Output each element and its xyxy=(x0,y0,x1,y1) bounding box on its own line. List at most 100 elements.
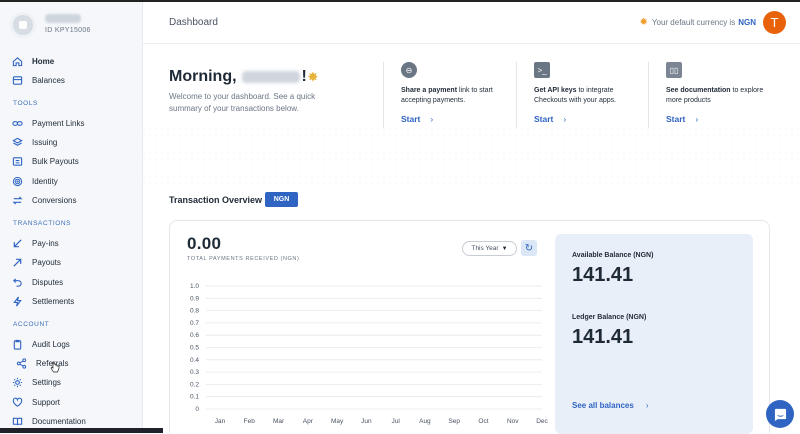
greeting-heading: Morning, ! ✸ xyxy=(169,68,318,86)
refresh-icon: ↻ xyxy=(524,242,534,254)
period-select[interactable]: This Year ▼ xyxy=(462,241,517,256)
sidebar-item-disputes[interactable]: Disputes xyxy=(0,273,142,291)
profile-id: ID KPY15006 xyxy=(45,27,91,34)
chat-support-button[interactable] xyxy=(766,400,794,428)
x-tick-label: Mar xyxy=(273,418,285,425)
y-tick-label: 0.8 xyxy=(190,308,199,315)
total-amount: 0.00 xyxy=(187,234,222,253)
x-tick-label: Aug xyxy=(419,418,431,425)
dotted-background xyxy=(143,128,800,188)
sidebar-item-settings[interactable]: Settings xyxy=(0,373,142,391)
caret-down-icon: ▼ xyxy=(501,245,508,252)
username-redacted xyxy=(241,71,300,83)
quick-action-documentation: ▯▯ See documentation to explore more pro… xyxy=(648,62,780,128)
sidebar-item-balances[interactable]: Balances xyxy=(0,71,142,89)
sidebar-item-support[interactable]: Support xyxy=(0,393,142,411)
chevron-right-icon: › xyxy=(563,114,567,124)
lightning-icon xyxy=(12,296,23,307)
y-tick-label: 0.6 xyxy=(190,332,199,339)
user-avatar[interactable]: T xyxy=(763,11,786,34)
default-currency-note: ✹ Your default currency is NGN xyxy=(640,17,756,28)
y-tick-label: 0 xyxy=(195,406,199,413)
sidebar-item-label: Home xyxy=(32,56,55,66)
mouse-cursor-icon xyxy=(50,361,60,373)
book-icon xyxy=(12,416,23,427)
header: Dashboard ✹ Your default currency is NGN… xyxy=(143,2,800,44)
x-tick-label: Jul xyxy=(391,418,400,425)
greeting-text: Morning, xyxy=(169,68,237,85)
sidebar-item-identity[interactable]: Identity xyxy=(0,172,142,190)
y-tick-label: 0.2 xyxy=(190,381,199,388)
heart-icon xyxy=(12,397,23,408)
quick-action-text: Share a payment link to start accepting … xyxy=(401,87,493,104)
sun-icon: ✹ xyxy=(639,17,648,28)
sidebar: ID KPY15006 Home Balances TOOLS Payment … xyxy=(0,2,163,433)
x-tick-label: Dec xyxy=(536,418,548,425)
currency-badge[interactable]: NGN xyxy=(265,192,298,207)
currency-text: Your default currency is xyxy=(651,18,736,27)
x-tick-label: Jan xyxy=(215,418,226,425)
x-tick-label: Nov xyxy=(507,418,519,425)
page-title: Dashboard xyxy=(169,17,218,28)
sidebar-item-label: Balances xyxy=(32,75,65,85)
y-tick-label: 0.7 xyxy=(190,320,199,327)
quick-action-api-keys: >_ Get API keys to integrate Checkouts w… xyxy=(516,62,648,128)
sidebar-item-payins[interactable]: Pay-ins xyxy=(0,234,142,252)
quick-action-text: Get API keys to integrate Checkouts with… xyxy=(534,87,617,104)
fingerprint-icon xyxy=(12,176,23,187)
bulk-payouts-icon xyxy=(12,156,23,167)
sidebar-item-label: Documentation xyxy=(32,416,86,426)
sidebar-item-payment-links[interactable]: Payment Links xyxy=(0,114,142,132)
sidebar-item-settlements[interactable]: Settlements xyxy=(0,292,142,310)
sidebar-item-label: Identity xyxy=(32,176,58,186)
balances-panel: Available Balance (NGN) 141.41 Ledger Ba… xyxy=(555,234,753,434)
y-tick-label: 0.3 xyxy=(190,369,199,376)
swap-icon xyxy=(12,195,23,206)
balances-icon xyxy=(12,75,23,86)
quick-action-text: See documentation to explore more produc… xyxy=(666,87,764,104)
start-documentation-button[interactable]: Start › xyxy=(666,114,780,124)
sidebar-item-label: Disputes xyxy=(32,277,64,287)
section-transactions: TRANSACTIONS xyxy=(13,220,72,227)
share-icon xyxy=(16,357,27,369)
chevron-right-icon: › xyxy=(430,114,434,124)
x-tick-label: Jun xyxy=(361,418,372,425)
sidebar-item-conversions[interactable]: Conversions xyxy=(0,191,142,209)
terminal-icon: >_ xyxy=(534,62,550,78)
home-icon xyxy=(12,56,23,67)
profile[interactable]: ID KPY15006 xyxy=(10,12,135,38)
y-tick-label: 1.0 xyxy=(190,283,199,290)
start-api-keys-button[interactable]: Start › xyxy=(534,114,648,124)
payments-chart: 1.0 0.9 0.8 0.7 0.6 0.5 0.4 0.3 0.2 0.1 0 Jan Feb Mar… xyxy=(190,283,549,425)
sidebar-item-issuing[interactable]: Issuing xyxy=(0,133,142,151)
arrow-up-right-icon xyxy=(12,257,23,268)
sidebar-item-label: Conversions xyxy=(32,195,77,205)
sidebar-item-home[interactable]: Home xyxy=(0,52,142,70)
y-tick-label: 0.5 xyxy=(190,345,199,352)
sidebar-item-label: Pay-ins xyxy=(32,238,59,248)
sidebar-item-bulk-payouts[interactable]: Bulk Payouts xyxy=(0,152,142,170)
app: ID KPY15006 Home Balances TOOLS Payment … xyxy=(0,2,800,434)
period-value: This Year xyxy=(471,245,499,252)
arrow-down-left-icon xyxy=(12,238,23,249)
chat-icon xyxy=(774,408,786,421)
undo-icon xyxy=(12,277,23,288)
y-tick-label: 0.9 xyxy=(190,295,199,302)
greeting-subtitle: Welcome to your dashboard. See a quick s… xyxy=(169,92,316,113)
sidebar-item-label: Support xyxy=(32,397,61,407)
sidebar-item-payouts[interactable]: Payouts xyxy=(0,253,142,271)
link-icon xyxy=(12,118,23,129)
see-all-label: See all balances xyxy=(572,401,634,410)
see-all-balances-link[interactable]: See all balances › xyxy=(572,401,649,410)
sidebar-item-audit-logs[interactable]: Audit Logs xyxy=(0,335,142,353)
main-content: Dashboard ✹ Your default currency is NGN… xyxy=(143,2,800,434)
currency-value: NGN xyxy=(738,18,756,27)
business-avatar xyxy=(10,12,36,38)
sidebar-item-referrals[interactable]: Referrals xyxy=(0,354,142,372)
x-tick-label: Feb xyxy=(244,418,256,425)
start-payment-link-button[interactable]: Start › xyxy=(401,114,515,124)
total-amount-label: TOTAL PAYMENTS RECEIVED (NGN) xyxy=(187,256,300,262)
profile-name-redacted xyxy=(45,14,81,23)
refresh-button[interactable]: ↻ xyxy=(521,240,537,256)
book-icon: ▯▯ xyxy=(666,62,682,78)
